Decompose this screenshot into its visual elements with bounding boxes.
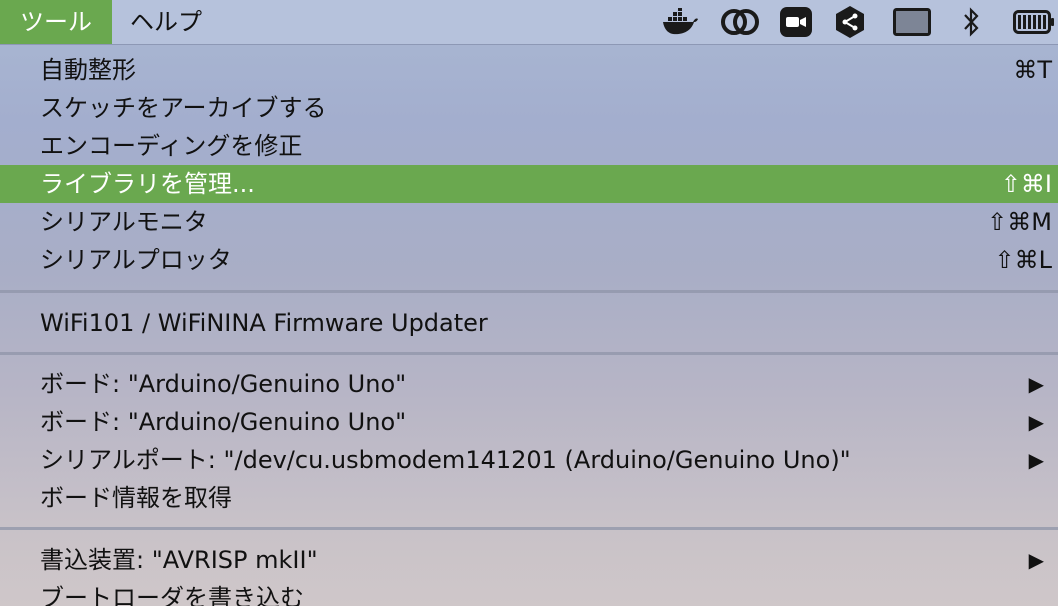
menu-item-label: 自動整形 (40, 56, 136, 84)
menu-item-label: ボード情報を取得 (40, 484, 232, 512)
menu-item-programmer[interactable]: 書込装置: "AVRISP mkII" ▶ (0, 541, 1058, 579)
submenu-arrow-icon: ▶ (1028, 448, 1044, 472)
submenu-arrow-icon: ▶ (1028, 410, 1044, 434)
menu-item-serial-monitor[interactable]: シリアルモニタ ⇧⌘M (0, 203, 1058, 241)
menu-item-label: スケッチをアーカイブする (40, 94, 327, 122)
docker-icon[interactable] (660, 6, 700, 38)
menu-item-label: ライブラリを管理... (40, 170, 255, 198)
menu-item-label: ブートローダを書き込む (40, 584, 304, 606)
menu-separator (0, 527, 1058, 530)
menu-item-board-2[interactable]: ボード: "Arduino/Genuino Uno" ▶ (0, 403, 1058, 441)
menu-item-label: 書込装置: "AVRISP mkII" (40, 546, 318, 574)
menu-item-shortcut: ⌘T (1013, 56, 1052, 84)
menu-item-label: ボード: "Arduino/Genuino Uno" (40, 408, 407, 436)
bluetooth-icon[interactable] (958, 6, 986, 38)
menu-item-board-1[interactable]: ボード: "Arduino/Genuino Uno" ▶ (0, 365, 1058, 403)
menu-item-auto-format[interactable]: 自動整形 ⌘T (0, 51, 1058, 89)
share-app-icon[interactable] (832, 6, 868, 38)
creative-cloud-icon[interactable] (718, 6, 762, 38)
submenu-arrow-icon: ▶ (1028, 372, 1044, 396)
menu-item-label: WiFi101 / WiFiNINA Firmware Updater (40, 309, 488, 337)
menu-item-label: シリアルポート: "/dev/cu.usbmodem141201 (Arduin… (40, 446, 851, 474)
menu-item-serial-port[interactable]: シリアルポート: "/dev/cu.usbmodem141201 (Arduin… (0, 441, 1058, 479)
menu-item-label: エンコーディングを修正 (40, 132, 303, 160)
menu-item-firmware-updater[interactable]: WiFi101 / WiFiNINA Firmware Updater (0, 304, 1058, 342)
submenu-arrow-icon: ▶ (1028, 548, 1044, 572)
menu-item-burn-bootloader[interactable]: ブートローダを書き込む (0, 579, 1058, 606)
menu-bar-tools[interactable]: ツール (0, 0, 112, 44)
menu-item-shortcut: ⇧⌘I (1000, 170, 1052, 198)
menu-item-fix-encoding[interactable]: エンコーディングを修正 (0, 127, 1058, 165)
menu-item-archive-sketch[interactable]: スケッチをアーカイブする (0, 89, 1058, 127)
menu-item-shortcut: ⇧⌘L (994, 246, 1052, 274)
menu-bar: ツール ヘルプ (0, 0, 1058, 45)
menu-item-manage-libraries[interactable]: ライブラリを管理... ⇧⌘I (0, 165, 1058, 203)
menu-item-board-info[interactable]: ボード情報を取得 (0, 479, 1058, 517)
menu-separator (0, 352, 1058, 355)
menu-item-shortcut: ⇧⌘M (987, 208, 1052, 236)
menu-item-label: ボード: "Arduino/Genuino Uno" (40, 370, 407, 398)
menu-item-label: シリアルモニタ (40, 208, 208, 236)
menu-item-serial-plotter[interactable]: シリアルプロッタ ⇧⌘L (0, 241, 1058, 279)
zoom-icon[interactable] (778, 6, 814, 38)
display-icon[interactable] (892, 6, 932, 38)
menu-bar-help[interactable]: ヘルプ (130, 0, 202, 44)
battery-icon[interactable] (1012, 6, 1056, 38)
menu-item-label: シリアルプロッタ (40, 246, 232, 274)
menu-separator (0, 290, 1058, 293)
